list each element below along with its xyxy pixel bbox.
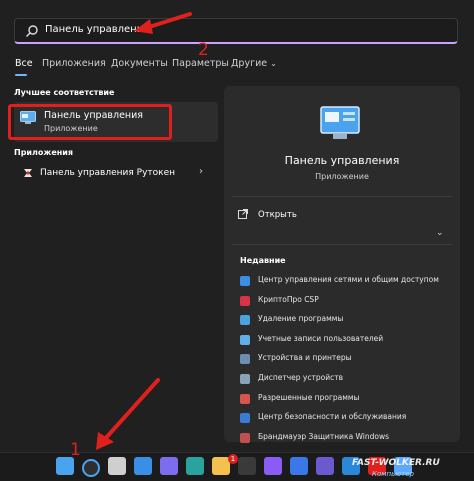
tab-all[interactable]: Все xyxy=(15,58,33,69)
alice-icon[interactable] xyxy=(264,457,282,475)
preview-title: Панель управления xyxy=(284,154,400,167)
search-icon[interactable] xyxy=(82,459,100,477)
chevron-down-icon: ⌄ xyxy=(270,59,277,68)
preview-subtitle: Приложение xyxy=(315,172,369,181)
chevron-right-icon[interactable]: › xyxy=(199,166,203,177)
edge-icon[interactable] xyxy=(186,457,204,475)
firewall-icon xyxy=(240,432,250,443)
recent-item[interactable]: Разрешенные программы xyxy=(232,390,452,408)
search-bar[interactable]: Панель управления xyxy=(14,18,458,44)
annotation-number-1: 1 xyxy=(70,440,81,460)
tab-more[interactable]: Другие ⌄ xyxy=(231,58,277,69)
tab-more-label: Другие xyxy=(231,58,268,69)
mail-icon[interactable] xyxy=(290,457,308,475)
control-panel-large-icon xyxy=(320,106,360,139)
recent-item[interactable]: Центр безопасности и обслуживания xyxy=(232,409,452,427)
recent-item-label: Диспетчер устройств xyxy=(258,373,344,382)
chevron-down-icon[interactable]: ⌄ xyxy=(436,228,444,238)
search-input[interactable]: Панель управления xyxy=(45,24,149,35)
security-flag-icon xyxy=(240,413,250,424)
recent-item-label: Устройства и принтеры xyxy=(258,353,352,363)
recent-item[interactable]: Учетные записи пользователей xyxy=(232,331,452,349)
users-icon xyxy=(240,334,250,345)
teams-icon[interactable] xyxy=(316,457,334,475)
recent-item-label: Удаление программы xyxy=(258,314,344,324)
annotation-highlight-box xyxy=(8,104,172,140)
recent-item-label: Центр безопасности и обслуживания xyxy=(258,412,407,422)
best-match-heading: Лучшее соответствие xyxy=(14,88,115,97)
recent-item-label: Разрешенные программы xyxy=(258,392,360,402)
tab-documents[interactable]: Документы xyxy=(111,58,168,69)
firewall-allowed-icon xyxy=(240,393,250,404)
network-icon xyxy=(240,276,250,286)
device-manager-icon xyxy=(240,374,250,384)
active-tab-indicator xyxy=(15,74,27,76)
recent-item[interactable]: КриптоПро CSP xyxy=(232,292,452,310)
recent-item-label: Учетные записи пользователей xyxy=(258,333,384,343)
recent-item[interactable]: Центр управления сетями и общим доступом xyxy=(232,272,452,290)
apps-heading: Приложения xyxy=(14,148,74,157)
devices-icon xyxy=(240,354,250,365)
recent-item[interactable]: Устройства и принтеры xyxy=(232,350,452,368)
chat-icon[interactable] xyxy=(160,457,178,475)
rutoken-icon xyxy=(24,169,32,177)
divider xyxy=(232,196,452,197)
programs-icon xyxy=(240,315,250,326)
recent-item-label: Брандмауэр Защитника Windows xyxy=(258,431,390,441)
open-action[interactable]: Открыть xyxy=(258,210,297,220)
open-icon xyxy=(238,209,248,219)
notification-badge: 1 xyxy=(228,454,238,464)
divider xyxy=(232,244,452,245)
recent-item[interactable]: Диспетчер устройств xyxy=(232,370,452,388)
store-icon[interactable] xyxy=(238,457,256,475)
recent-item[interactable]: Удаление программы xyxy=(232,311,452,329)
recent-item-label: Центр управления сетями и общим доступом xyxy=(258,275,439,284)
watermark: FAST-WOLKER.RU xyxy=(352,458,440,468)
annotation-number-2: 2 xyxy=(198,40,209,60)
search-icon xyxy=(26,25,38,37)
watermark-sub: Компьютер xyxy=(372,470,414,478)
recent-item-label: КриптоПро CSP xyxy=(258,294,319,304)
recent-item[interactable]: Брандмауэр Защитника Windows xyxy=(232,429,452,447)
widgets-icon[interactable] xyxy=(134,457,152,475)
tab-apps[interactable]: Приложения xyxy=(42,58,106,69)
task-view-icon[interactable] xyxy=(108,457,126,475)
cryptopro-icon xyxy=(240,295,250,306)
recent-heading: Недавние xyxy=(240,256,286,265)
app-result-label: Панель управления Рутокен xyxy=(40,168,176,178)
